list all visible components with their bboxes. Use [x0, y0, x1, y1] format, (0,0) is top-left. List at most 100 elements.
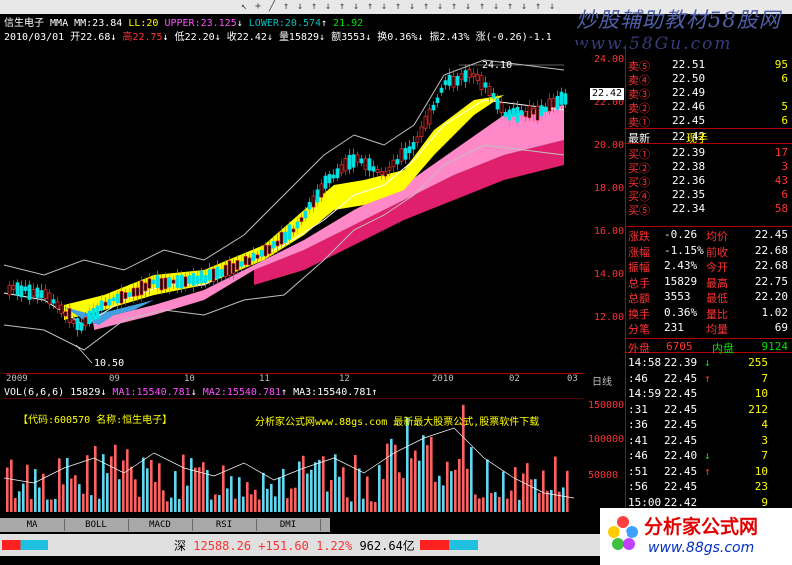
arrow-up-icon[interactable]: ↑	[336, 1, 348, 12]
volume-bar	[114, 444, 117, 512]
date-tick: 03	[567, 374, 578, 384]
tab-dmi[interactable]: DMI	[256, 519, 321, 531]
arrow-up-icon[interactable]: ↑	[476, 1, 488, 12]
sell-order-row[interactable]: 卖④ 22.50 6	[628, 72, 788, 87]
tick-time: :46	[628, 449, 648, 462]
arrow-up-icon[interactable]: ↑	[280, 1, 292, 12]
buy-order-row[interactable]: 买① 22.39 17	[628, 146, 788, 161]
candle-body	[51, 299, 56, 304]
volume-bar	[238, 477, 241, 512]
candle-body	[379, 170, 384, 175]
stat-value: 22.75	[754, 274, 788, 288]
tick-row: :46 22.45 ↑ 7	[628, 372, 768, 386]
volume-bar	[166, 501, 169, 512]
arrow-up-icon[interactable]: ↑	[448, 1, 460, 12]
candle-body	[479, 75, 484, 90]
volume-bar	[526, 463, 529, 512]
candle-body	[375, 169, 380, 173]
cursor-icon[interactable]: ↖	[238, 1, 250, 12]
candle-body	[535, 105, 540, 121]
candle-body	[455, 75, 460, 86]
candle-body	[435, 97, 440, 104]
buy-order-row[interactable]: 买⑤ 22.34 58	[628, 202, 788, 217]
price-tick: 16.00	[594, 226, 625, 237]
index-turnover: 962.64亿	[359, 539, 415, 553]
volume-bar	[70, 478, 73, 512]
stat-value: 15829	[664, 274, 698, 288]
candle-body	[31, 289, 36, 297]
candle-body	[363, 158, 368, 170]
candle-body	[427, 108, 432, 125]
buy-order-row[interactable]: 买③ 22.36 43	[628, 174, 788, 189]
volume-bar	[286, 498, 289, 512]
arrow-down-icon[interactable]: ↓	[294, 1, 306, 12]
inner-value: 9124	[761, 340, 789, 353]
candle-body	[59, 304, 64, 314]
tick-row: 14:59 22.45 10	[628, 387, 768, 401]
volume-bar	[534, 479, 537, 512]
arrow-down-icon[interactable]: ↓	[518, 1, 530, 12]
candle-body	[559, 91, 564, 105]
arrow-down-icon[interactable]: ↓	[406, 1, 418, 12]
tab-boll[interactable]: BOLL	[64, 519, 129, 531]
arrow-down-icon[interactable]: ↓	[350, 1, 362, 12]
volume-bar	[306, 473, 309, 512]
arrow-up-icon[interactable]: ↑	[364, 1, 376, 12]
candle-body	[199, 270, 204, 284]
tick-row: 14:58 22.39 ↓ 255	[628, 356, 768, 370]
candle-body	[235, 260, 240, 271]
volume-bar	[390, 438, 393, 512]
volume-bar	[458, 458, 461, 512]
arrow-down-icon[interactable]: ↓	[434, 1, 446, 12]
arrow-down-icon[interactable]: ↓	[378, 1, 390, 12]
tick-price: 22.40	[664, 449, 698, 462]
line-icon[interactable]: ╱	[266, 1, 278, 12]
volume-bar	[278, 477, 281, 512]
buy-order-row[interactable]: 买② 22.38 3	[628, 160, 788, 175]
sell-order-row[interactable]: 卖① 22.45 6	[628, 114, 788, 129]
arrow-up-icon[interactable]: ↑	[392, 1, 404, 12]
market-strength-bar	[420, 540, 478, 550]
volume-bar	[386, 443, 389, 512]
candle-body	[131, 287, 136, 297]
buy-order-row[interactable]: 买④ 22.35 6	[628, 188, 788, 203]
cross-icon[interactable]: +	[252, 1, 264, 12]
arrow-down-icon[interactable]: ↓	[490, 1, 502, 12]
volume-bar	[374, 501, 377, 512]
stat-key: 均价	[706, 230, 728, 243]
order-volume: 58	[774, 202, 788, 215]
sell-order-row[interactable]: 卖② 22.46 5	[628, 100, 788, 115]
tab-rsi[interactable]: RSI	[192, 519, 257, 531]
candle-body	[27, 284, 32, 300]
sell-order-row[interactable]: 卖③ 22.49	[628, 86, 788, 101]
candle-body	[187, 275, 192, 284]
candle-body	[103, 301, 108, 307]
arrow-up-icon[interactable]: ↑	[420, 1, 432, 12]
quote-turnover: 换0.36%	[377, 32, 418, 43]
arrow-down-icon[interactable]: ↓	[462, 1, 474, 12]
volume-bar	[22, 483, 25, 512]
arrow-up-icon[interactable]: ↑	[504, 1, 516, 12]
volume-bar	[402, 477, 405, 512]
arrow-up-icon[interactable]: ↑	[532, 1, 544, 12]
candle-body	[367, 158, 372, 171]
arrow-down-icon[interactable]: ↓	[322, 1, 334, 12]
tab-macd[interactable]: MACD	[128, 519, 193, 531]
candle-body	[459, 73, 464, 80]
period-label[interactable]: 日线	[592, 373, 612, 388]
candle-body	[531, 107, 536, 115]
arrow-down-icon[interactable]: ↓	[546, 1, 558, 12]
volume-bar	[258, 499, 261, 512]
order-volume: 6	[781, 72, 788, 85]
candle-body	[347, 154, 352, 170]
volume-bar	[246, 482, 249, 512]
candle-body	[555, 95, 560, 110]
tab-ma[interactable]: MA	[0, 519, 65, 531]
volume-bar	[174, 471, 177, 512]
sell-order-row[interactable]: 卖⑤ 22.51 95	[628, 58, 788, 73]
volume-bar	[58, 458, 61, 512]
volume-bar	[170, 497, 173, 512]
price-chart[interactable]: 24.10 10.50	[4, 45, 584, 375]
volume-bar	[218, 495, 221, 512]
arrow-up-icon[interactable]: ↑	[308, 1, 320, 12]
